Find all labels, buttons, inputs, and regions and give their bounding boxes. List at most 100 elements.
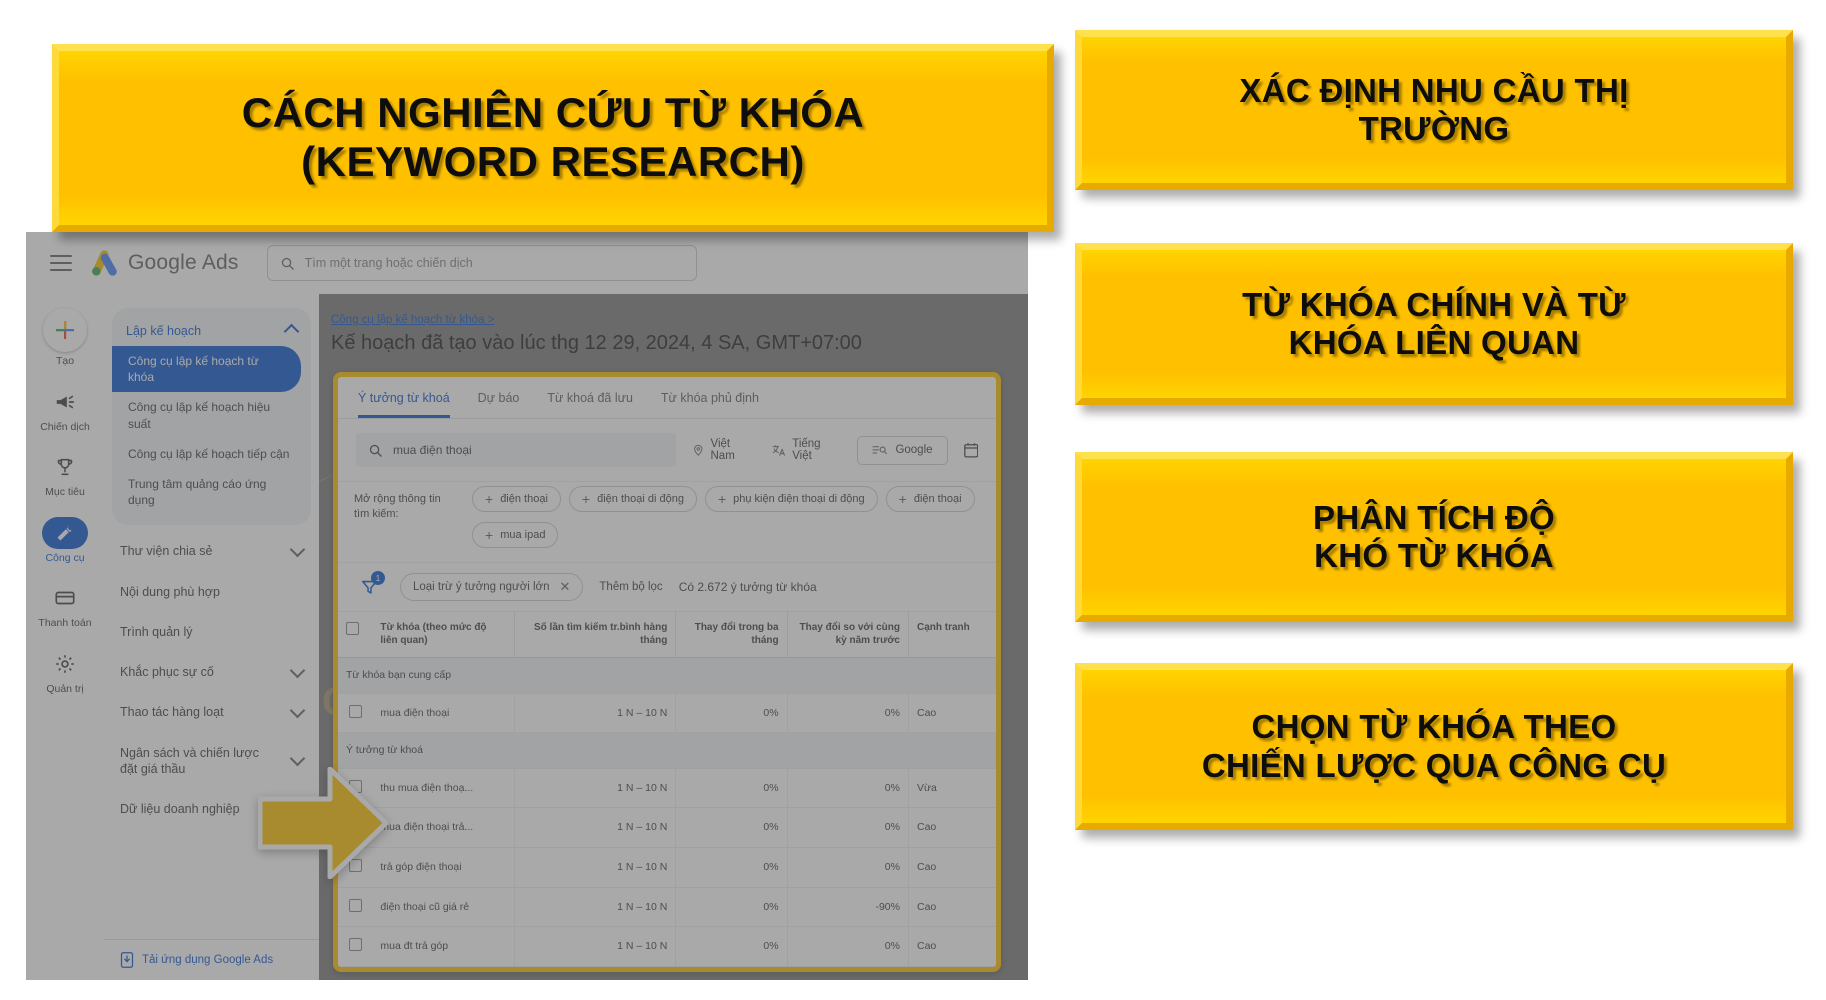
cell-change-yoy: 0%: [787, 807, 909, 848]
table-row[interactable]: mua đt trả góp 1 N – 10 N 0% 0% Cao: [338, 926, 996, 967]
table-body: Từ khóa bạn cung cấp mua điện thoại 1 N …: [338, 657, 996, 967]
step-banner-3-line2: KHÓ TỪ KHÓA: [1314, 537, 1554, 574]
cell-change-yoy: -90%: [787, 887, 909, 928]
chevron-down-icon: [289, 541, 306, 558]
expand-chip[interactable]: + điện thoại: [472, 486, 561, 512]
cell-keyword: thu mua điện thoạ...: [372, 768, 515, 809]
col-header-keyword[interactable]: Từ khóa (theo mức độ liên quan): [372, 612, 515, 658]
cell-keyword: iphone cũ giá rẻ: [372, 966, 515, 967]
chevron-up-icon: [283, 323, 300, 339]
rail-item-campaigns[interactable]: Chiến dịch: [29, 386, 101, 434]
rail-item-billing[interactable]: Thanh toán: [29, 582, 101, 630]
global-search-input[interactable]: Tìm một trang hoặc chiến dịch: [266, 245, 697, 281]
cell-competition: Cao: [908, 966, 996, 967]
nav-item-app-ads-hub[interactable]: Trung tâm quảng cáo ứng dụng: [112, 469, 311, 515]
google-ads-logo: Google Ads: [90, 250, 239, 276]
table-row[interactable]: mua điện thoại trả... 1 N – 10 N 0% 0% C…: [338, 807, 996, 848]
cell-competition: Cao: [908, 887, 996, 928]
rail-item-tools[interactable]: Công cụ: [29, 516, 101, 565]
table-row[interactable]: iphone cũ giá rẻ 1 N – 10 N 0% 0% Cao: [338, 966, 996, 967]
tab-negative-keywords[interactable]: Từ khóa phủ định: [661, 391, 759, 418]
gear-icon: [42, 648, 88, 680]
cell-change-yoy: 0%: [787, 926, 909, 967]
expand-chip[interactable]: + mua ipad: [472, 522, 559, 548]
table-row[interactable]: điện thoại cũ giá rẻ 1 N – 10 N 0% -90% …: [338, 887, 996, 928]
nav-label-manager: Trình quản lý: [120, 624, 193, 639]
col-header-avg-searches[interactable]: Số lần tìm kiếm tr.bình hàng tháng: [514, 612, 677, 658]
tab-saved-keywords[interactable]: Từ khoá đã lưu: [547, 391, 633, 418]
step-banner-1-line1: XÁC ĐỊNH NHU CẦU THỊ: [1239, 71, 1629, 109]
network-selector[interactable]: Google: [857, 435, 948, 465]
translate-icon: [772, 444, 785, 456]
nav-item-performance-planner[interactable]: Công cụ lập kế hoạch hiệu suất: [112, 392, 311, 438]
nav-group-header[interactable]: Lập kế hoạch: [112, 314, 311, 346]
table-header: Từ khóa (theo mức độ liên quan) Số lần t…: [338, 612, 996, 658]
breadcrumb-link[interactable]: Công cụ lập kế hoạch từ khóa >: [331, 314, 494, 326]
nav-item-reach-planner[interactable]: Công cụ lập kế hoạch tiếp cận: [112, 439, 311, 469]
active-filter-chip[interactable]: Loại trừ ý tưởng người lớn ✕: [400, 573, 584, 601]
hamburger-icon[interactable]: [50, 255, 72, 271]
nav-label-shared-library: Thư viện chia sẻ: [120, 544, 213, 559]
cell-change-yoy: 0%: [787, 768, 909, 809]
table-row[interactable]: thu mua điện thoạ... 1 N – 10 N 0% 0% Vừ…: [338, 768, 996, 809]
rail-item-create[interactable]: Tạo: [29, 308, 101, 368]
nav-item-keyword-planner[interactable]: Công cụ lập kế hoạch từ khóa: [112, 346, 301, 393]
cell-change-3m: 0%: [675, 966, 788, 967]
nav-item-shared-library[interactable]: Thư viện chia sẻ: [104, 531, 319, 571]
step-banner-main-related-keywords: TỪ KHÓA CHÍNH VÀ TỪ KHÓA LIÊN QUAN: [1075, 243, 1793, 405]
megaphone-icon: [42, 386, 88, 418]
nav-item-bulk-actions[interactable]: Thao tác hàng loạt: [104, 692, 319, 732]
nav-item-manager[interactable]: Trình quản lý: [104, 612, 319, 652]
keyword-search-input[interactable]: mua điện thoại: [356, 433, 676, 467]
step-banner-1-line2: TRƯỜNG: [1358, 110, 1510, 147]
tab-forecast[interactable]: Dự báo: [478, 391, 520, 418]
step-banner-strategy-selection: CHỌN TỪ KHÓA THEO CHIẾN LƯỢC QUA CÔNG CỤ: [1075, 663, 1793, 830]
expand-chip[interactable]: + phụ kiện điện thoại di động: [704, 486, 878, 512]
network-icon: [872, 445, 888, 454]
tab-keyword-ideas[interactable]: Ý tưởng từ khoá: [358, 391, 450, 418]
cell-competition: Cao: [908, 693, 996, 734]
location-selector[interactable]: Việt Nam: [692, 438, 756, 462]
row-checkbox[interactable]: [348, 938, 362, 952]
nav-item-troubleshooting[interactable]: Khắc phục sự cố: [104, 652, 319, 692]
calendar-icon[interactable]: [963, 442, 978, 458]
expand-chip-label: điện thoại: [913, 493, 962, 505]
row-select-cell: [338, 926, 373, 967]
keyword-ideas-table: Từ khóa (theo mức độ liên quan) Số lần t…: [338, 612, 996, 967]
rail-label-goals: Mục tiêu: [45, 486, 85, 499]
rail-label-create: Tạo: [55, 355, 75, 367]
plus-icon: +: [898, 491, 907, 507]
nav-footer-download-app[interactable]: Tải ứng dụng Google Ads: [104, 939, 319, 980]
plus-icon: +: [485, 527, 494, 543]
expand-chip[interactable]: + điện thoại di động: [568, 486, 697, 512]
table-row[interactable]: mua điện thoại 1 N – 10 N 0% 0% Cao: [338, 693, 996, 734]
cell-change-3m: 0%: [675, 926, 788, 967]
add-filter-button[interactable]: Thêm bộ lọc: [599, 581, 662, 593]
cell-volume: 1 N – 10 N: [514, 807, 677, 848]
rail-item-admin[interactable]: Quản trị: [29, 648, 101, 696]
expand-chip[interactable]: + điện thoại: [885, 486, 975, 512]
expand-chip-label: mua ipad: [500, 529, 546, 541]
col-header-yoy-change[interactable]: Thay đổi so với cùng kỳ năm trước: [787, 612, 909, 658]
select-all-header: [338, 612, 373, 658]
language-selector[interactable]: Tiếng Việt: [772, 438, 842, 462]
breadcrumb[interactable]: Công cụ lập kế hoạch từ khóa >: [331, 310, 494, 328]
filter-icon[interactable]: 1: [354, 571, 385, 600]
select-all-checkbox[interactable]: [346, 622, 359, 635]
nav-label-troubleshooting: Khắc phục sự cố: [120, 665, 214, 680]
cell-change-yoy: 0%: [787, 847, 909, 888]
nav-item-relevant-content[interactable]: Nội dung phù hợp: [104, 572, 319, 612]
rail-item-goals[interactable]: Mục tiêu: [29, 451, 101, 499]
expand-chip-label: điện thoại di động: [597, 493, 684, 505]
table-row[interactable]: trả góp điện thoại 1 N – 10 N 0% 0% Cao: [338, 847, 996, 888]
col-header-competition[interactable]: Cạnh tranh: [908, 612, 996, 658]
row-checkbox[interactable]: [348, 704, 362, 718]
main-title-banner: CÁCH NGHIÊN CỨU TỪ KHÓA (KEYWORD RESEARC…: [52, 44, 1054, 232]
col-header-3month-change[interactable]: Thay đổi trong ba tháng: [675, 612, 788, 658]
step-banner-1-text: XÁC ĐỊNH NHU CẦU THỊ TRƯỜNG: [1223, 72, 1644, 149]
close-icon[interactable]: ✕: [560, 579, 571, 595]
google-ads-mark-icon: [92, 250, 117, 276]
row-checkbox[interactable]: [348, 898, 362, 912]
cell-competition: Cao: [908, 807, 996, 848]
cell-competition: Vừa: [908, 768, 996, 809]
